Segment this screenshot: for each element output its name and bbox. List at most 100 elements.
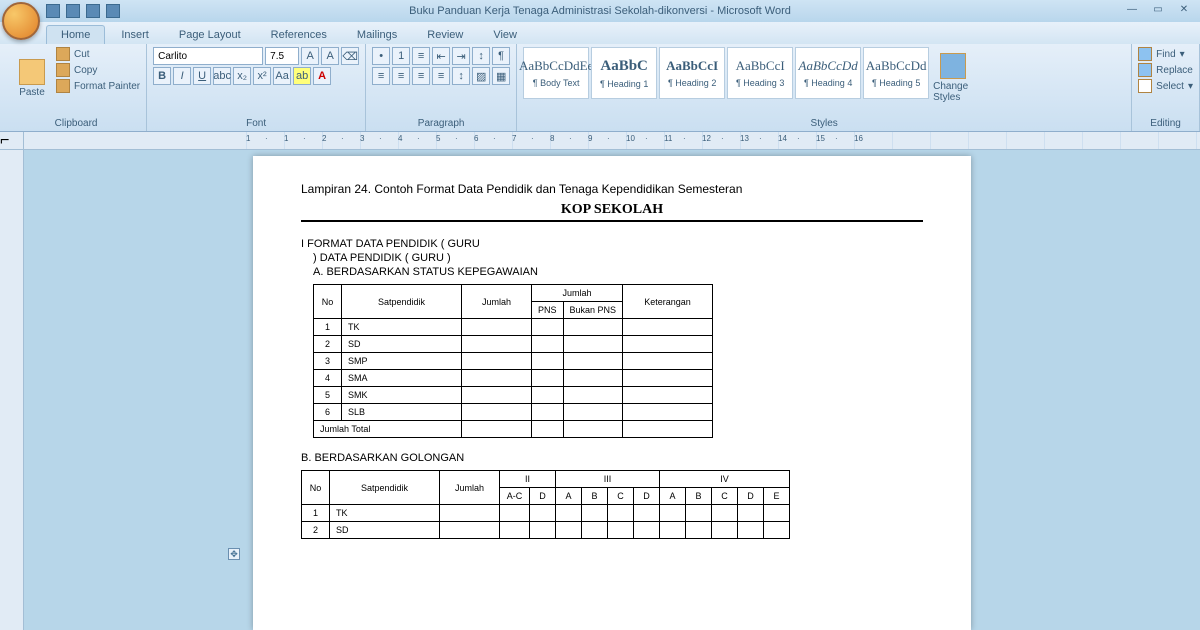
style-heading-5[interactable]: AaBbCcDd¶ Heading 5 [863, 47, 929, 99]
font-color-button[interactable]: A [313, 67, 331, 85]
group-editing: Find ▾ Replace Select ▾ Editing [1132, 44, 1200, 131]
group-clipboard: Paste Cut Copy Format Painter Clipboard [6, 44, 147, 131]
borders-button[interactable]: ▦ [492, 67, 510, 85]
group-label-paragraph: Paragraph [372, 118, 510, 131]
multilevel-button[interactable]: ≡ [412, 47, 430, 65]
title-bar: Buku Panduan Kerja Tenaga Administrasi S… [0, 0, 1200, 22]
highlight-button[interactable]: ab [293, 67, 311, 85]
select-button[interactable]: Select ▾ [1138, 79, 1193, 93]
qat-more-icon[interactable] [106, 4, 120, 18]
replace-button[interactable]: Replace [1138, 63, 1193, 77]
table-row[interactable]: 2SD [314, 336, 713, 353]
replace-icon [1138, 63, 1152, 77]
undo-icon[interactable] [66, 4, 80, 18]
cut-button[interactable]: Cut [56, 47, 140, 61]
ribbon: Paste Cut Copy Format Painter Clipboard … [0, 44, 1200, 132]
tab-references[interactable]: References [257, 26, 341, 44]
change-case-button[interactable]: Aa [273, 67, 291, 85]
align-center-button[interactable]: ≡ [392, 67, 410, 85]
underline-button[interactable]: U [193, 67, 211, 85]
doc-h2: ) DATA PENDIDIK ( GURU ) [301, 252, 923, 264]
minimize-button[interactable]: — [1120, 2, 1144, 16]
brush-icon [56, 79, 70, 93]
subscript-button[interactable]: x₂ [233, 67, 251, 85]
ruler-corner[interactable]: ⌐ [0, 132, 24, 149]
maximize-button[interactable]: ▭ [1146, 2, 1170, 16]
italic-button[interactable]: I [173, 67, 191, 85]
justify-button[interactable]: ≡ [432, 67, 450, 85]
numbering-button[interactable]: 1 [392, 47, 410, 65]
style-body-text[interactable]: AaBbCcDdEe¶ Body Text [523, 47, 589, 99]
indent-inc-button[interactable]: ⇥ [452, 47, 470, 65]
paste-button[interactable]: Paste [12, 47, 52, 109]
group-label-font: Font [153, 118, 359, 131]
office-button[interactable] [2, 2, 40, 40]
doc-lampiran: Lampiran 24. Contoh Format Data Pendidik… [301, 182, 923, 196]
group-label-clipboard: Clipboard [12, 118, 140, 131]
show-marks-button[interactable]: ¶ [492, 47, 510, 65]
redo-icon[interactable] [86, 4, 100, 18]
group-font: A A ⌫ B I U abc x₂ x² Aa ab A Font [147, 44, 366, 131]
group-styles: AaBbCcDdEe¶ Body Text AaBbC¶ Heading 1 A… [517, 44, 1132, 131]
table-row[interactable]: 6SLB [314, 404, 713, 421]
select-icon [1138, 79, 1152, 93]
style-heading-2[interactable]: AaBbCcI¶ Heading 2 [659, 47, 725, 99]
font-name-select[interactable] [153, 47, 263, 65]
table-anchor-icon[interactable]: ✥ [228, 548, 240, 560]
table-row[interactable]: 5SMK [314, 387, 713, 404]
bullets-button[interactable]: • [372, 47, 390, 65]
table-row[interactable]: 3SMP [314, 353, 713, 370]
table-row[interactable]: 1TK [314, 319, 713, 336]
clear-format-button[interactable]: ⌫ [341, 47, 359, 65]
tab-review[interactable]: Review [413, 26, 477, 44]
shrink-font-button[interactable]: A [321, 47, 339, 65]
doc-h1: I FORMAT DATA PENDIDIK ( GURU [301, 238, 923, 250]
sort-button[interactable]: ↕ [472, 47, 490, 65]
change-styles-icon [940, 53, 966, 79]
table-row[interactable]: 4SMA [314, 370, 713, 387]
find-icon [1138, 47, 1152, 61]
indent-dec-button[interactable]: ⇤ [432, 47, 450, 65]
change-styles-button[interactable]: Change Styles [933, 47, 973, 109]
grow-font-button[interactable]: A [301, 47, 319, 65]
find-button[interactable]: Find ▾ [1138, 47, 1193, 61]
line-spacing-button[interactable]: ↕ [452, 67, 470, 85]
change-styles-label: Change Styles [933, 81, 973, 103]
style-heading-3[interactable]: AaBbCcI¶ Heading 3 [727, 47, 793, 99]
ribbon-tabs: Home Insert Page Layout References Maili… [0, 22, 1200, 44]
cut-icon [56, 47, 70, 61]
group-label-styles: Styles [523, 118, 1125, 131]
table-golongan[interactable]: No Satpendidik Jumlah II III IV A-C D A … [301, 470, 790, 539]
font-size-select[interactable] [265, 47, 299, 65]
align-left-button[interactable]: ≡ [372, 67, 390, 85]
tab-home[interactable]: Home [46, 25, 105, 44]
table-row[interactable]: 1TK [302, 505, 790, 522]
table-row[interactable]: 2SD [302, 522, 790, 539]
superscript-button[interactable]: x² [253, 67, 271, 85]
doc-h3: A. BERDASARKAN STATUS KEPEGAWAIAN [301, 266, 923, 278]
close-button[interactable]: ✕ [1172, 2, 1196, 16]
copy-button[interactable]: Copy [56, 63, 140, 77]
align-right-button[interactable]: ≡ [412, 67, 430, 85]
paste-label: Paste [19, 87, 45, 98]
format-painter-button[interactable]: Format Painter [56, 79, 140, 93]
shading-button[interactable]: ▨ [472, 67, 490, 85]
style-heading-4[interactable]: AaBbCcDd¶ Heading 4 [795, 47, 861, 99]
style-heading-1[interactable]: AaBbC¶ Heading 1 [591, 47, 657, 99]
bold-button[interactable]: B [153, 67, 171, 85]
quick-access-toolbar [46, 4, 120, 18]
copy-icon [56, 63, 70, 77]
document-page[interactable]: Lampiran 24. Contoh Format Data Pendidik… [253, 156, 971, 630]
tab-insert[interactable]: Insert [107, 26, 163, 44]
vertical-ruler[interactable] [0, 150, 24, 630]
group-label-editing: Editing [1138, 118, 1193, 131]
tab-view[interactable]: View [479, 26, 531, 44]
strike-button[interactable]: abc [213, 67, 231, 85]
tab-mailings[interactable]: Mailings [343, 26, 411, 44]
horizontal-ruler[interactable]: 1·1·2·3·4·5·6·7·8·9·10·11·12·13·14·15·16 [246, 132, 1200, 149]
styles-gallery[interactable]: AaBbCcDdEe¶ Body Text AaBbC¶ Heading 1 A… [523, 47, 929, 99]
tab-page-layout[interactable]: Page Layout [165, 26, 255, 44]
table-status[interactable]: No Satpendidik Jumlah Jumlah Keterangan … [313, 284, 713, 438]
save-icon[interactable] [46, 4, 60, 18]
doc-h4: B. BERDASARKAN GOLONGAN [301, 452, 923, 464]
